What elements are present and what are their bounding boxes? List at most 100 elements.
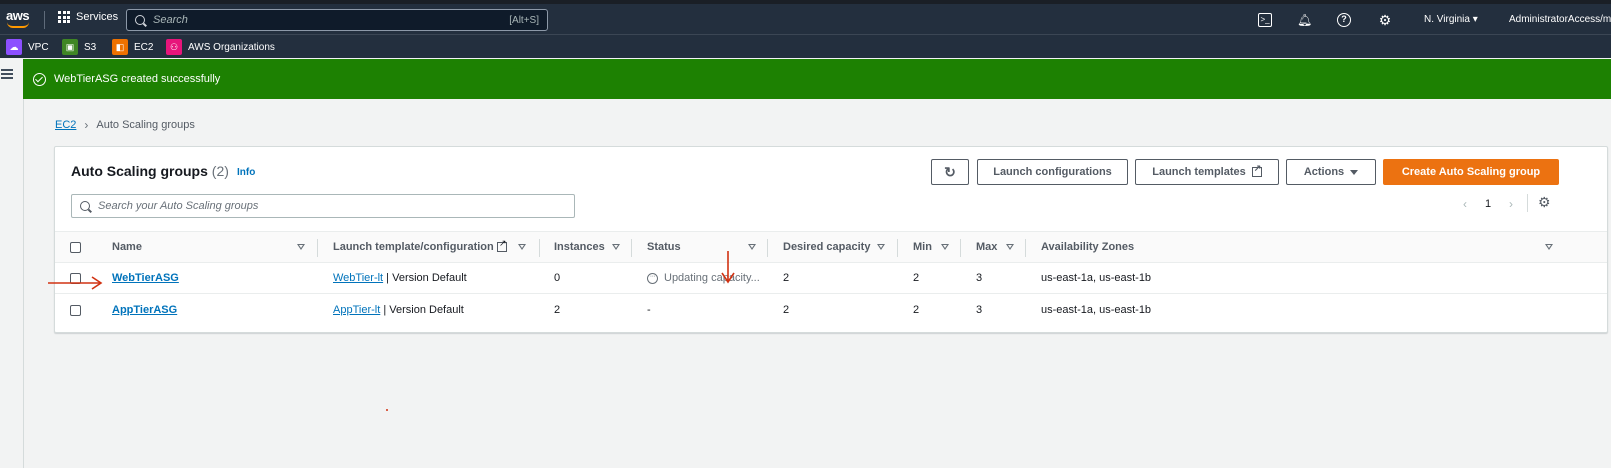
- services-grid-icon: [58, 11, 70, 23]
- max-cell: 3: [976, 272, 983, 284]
- launch-templates-button[interactable]: Launch templates: [1135, 159, 1279, 185]
- favorites-bar: ☁ VPC ▣ S3 ◧ EC2 ⚇ AWS Organizations: [0, 34, 1611, 58]
- status-cell: ··· Updating capacity...: [647, 272, 760, 284]
- create-auto-scaling-group-button[interactable]: Create Auto Scaling group: [1383, 159, 1559, 185]
- favorite-label: VPC: [28, 41, 49, 53]
- table-row[interactable]: WebTierASG WebTier-lt | Version Default …: [55, 263, 1607, 294]
- launch-template-version: | Version Default: [380, 304, 464, 316]
- column-header-desired-capacity[interactable]: Desired capacity: [783, 241, 870, 253]
- column-divider: [317, 239, 318, 257]
- launch-template-link[interactable]: AppTier-lt: [333, 304, 380, 316]
- settings-gear-icon[interactable]: ⚙: [1378, 13, 1392, 27]
- select-all-checkbox[interactable]: [70, 242, 81, 253]
- sort-icon[interactable]: [941, 244, 949, 250]
- vpc-icon: ☁: [6, 39, 22, 55]
- sort-icon[interactable]: [1545, 244, 1553, 250]
- sort-icon[interactable]: [518, 244, 526, 250]
- row-checkbox[interactable]: [70, 305, 81, 316]
- sort-icon[interactable]: [297, 244, 305, 250]
- actions-dropdown-button[interactable]: Actions: [1286, 159, 1376, 185]
- nav-divider: [44, 11, 45, 29]
- instances-cell: 2: [554, 304, 561, 316]
- asg-name-link[interactable]: WebTierASG: [112, 272, 179, 284]
- notifications-bell-icon[interactable]: 🔔︎: [1297, 13, 1312, 27]
- annotation-arrow-down-icon: [721, 251, 735, 284]
- page-number[interactable]: 1: [1485, 198, 1491, 210]
- chevron-right-icon: ›: [84, 118, 89, 132]
- sort-icon[interactable]: [877, 244, 885, 250]
- launch-templates-label: Launch templates: [1152, 166, 1246, 178]
- success-flash-banner: WebTierASG created successfully: [23, 59, 1611, 99]
- column-divider: [767, 239, 768, 257]
- column-divider: [960, 239, 961, 257]
- account-menu[interactable]: AdministratorAccess/m: [1509, 14, 1611, 25]
- refresh-icon: ↻: [944, 163, 956, 180]
- sort-icon[interactable]: [748, 244, 756, 250]
- pager-divider: [1527, 194, 1528, 212]
- breadcrumb: EC2 › Auto Scaling groups: [55, 118, 195, 132]
- top-navigation-bar: aws Services [Alt+S] >_ 🔔︎ ? ⚙ N. Virgin…: [0, 0, 1611, 34]
- min-cell: 2: [913, 272, 920, 284]
- launch-template-version: | Version Default: [383, 272, 467, 284]
- favorite-label: EC2: [134, 41, 154, 53]
- info-link[interactable]: Info: [237, 167, 255, 178]
- column-header-name[interactable]: Name: [112, 241, 142, 253]
- panel-title-text: Auto Scaling groups: [71, 163, 208, 179]
- success-check-icon: [33, 72, 46, 86]
- search-icon: [135, 15, 145, 25]
- refresh-button[interactable]: ↻: [931, 159, 969, 185]
- launch-template-cell: WebTier-lt | Version Default: [333, 272, 467, 284]
- status-cell: -: [647, 304, 651, 316]
- help-icon[interactable]: ?: [1337, 13, 1351, 27]
- services-label: Services: [76, 11, 119, 23]
- aws-smile-icon: [7, 22, 29, 28]
- s3-icon: ▣: [62, 39, 78, 55]
- table-header: Name Launch template/configuration Insta…: [55, 231, 1607, 263]
- sort-icon[interactable]: [612, 244, 620, 250]
- desired-capacity-cell: 2: [783, 304, 790, 316]
- column-header-availability-zones[interactable]: Availability Zones: [1041, 241, 1134, 253]
- column-header-min[interactable]: Min: [913, 241, 932, 253]
- favorite-ec2[interactable]: ◧ EC2: [112, 39, 153, 55]
- asg-name-link[interactable]: AppTierASG: [112, 304, 177, 316]
- column-header-instances[interactable]: Instances: [554, 241, 605, 253]
- favorite-organizations[interactable]: ⚇ AWS Organizations: [166, 39, 275, 55]
- region-selector[interactable]: N. Virginia ▾: [1424, 14, 1478, 25]
- min-cell: 2: [913, 304, 920, 316]
- flash-message: WebTierASG created successfully: [54, 73, 221, 85]
- panel-count: (2): [211, 163, 229, 179]
- prev-page-chevron-icon[interactable]: ‹: [1463, 197, 1467, 211]
- column-divider: [1025, 239, 1026, 257]
- search-icon: [80, 201, 90, 211]
- table-preferences-gear-icon[interactable]: ⚙: [1538, 194, 1551, 211]
- column-header-status[interactable]: Status: [647, 241, 681, 253]
- column-header-max[interactable]: Max: [976, 241, 997, 253]
- aws-logo[interactable]: aws: [6, 6, 32, 32]
- services-menu-button[interactable]: Services: [58, 11, 118, 23]
- sort-icon[interactable]: [1006, 244, 1014, 250]
- cloudshell-icon[interactable]: >_: [1258, 13, 1272, 27]
- table-row[interactable]: AppTierASG AppTier-lt | Version Default …: [55, 295, 1607, 326]
- column-divider: [897, 239, 898, 257]
- aws-logo-text: aws: [6, 8, 30, 23]
- external-link-icon: [497, 238, 507, 252]
- breadcrumb-ec2-link[interactable]: EC2: [55, 119, 76, 131]
- annotation-arrow-right-icon: [48, 276, 103, 290]
- page-title: Auto Scaling groups (2): [71, 163, 229, 179]
- next-page-chevron-icon[interactable]: ›: [1509, 197, 1513, 211]
- availability-zones-cell: us-east-1a, us-east-1b: [1041, 272, 1152, 284]
- side-nav-toggle-icon[interactable]: [1, 69, 13, 79]
- favorite-s3[interactable]: ▣ S3: [62, 39, 96, 55]
- table-search-box[interactable]: [71, 194, 575, 218]
- instances-cell: 0: [554, 272, 561, 284]
- auto-scaling-groups-panel: Auto Scaling groups (2) Info ↻ Launch co…: [54, 146, 1608, 333]
- launch-template-link[interactable]: WebTier-lt: [333, 272, 383, 284]
- desired-capacity-cell: 2: [783, 272, 790, 284]
- global-search-input[interactable]: [153, 14, 493, 26]
- favorite-vpc[interactable]: ☁ VPC: [6, 39, 49, 55]
- global-search-box[interactable]: [Alt+S]: [126, 9, 548, 31]
- launch-template-cell: AppTier-lt | Version Default: [333, 304, 464, 316]
- launch-configurations-button[interactable]: Launch configurations: [977, 159, 1128, 185]
- column-header-launch-template[interactable]: Launch template/configuration: [333, 241, 494, 253]
- table-search-input[interactable]: [98, 200, 558, 212]
